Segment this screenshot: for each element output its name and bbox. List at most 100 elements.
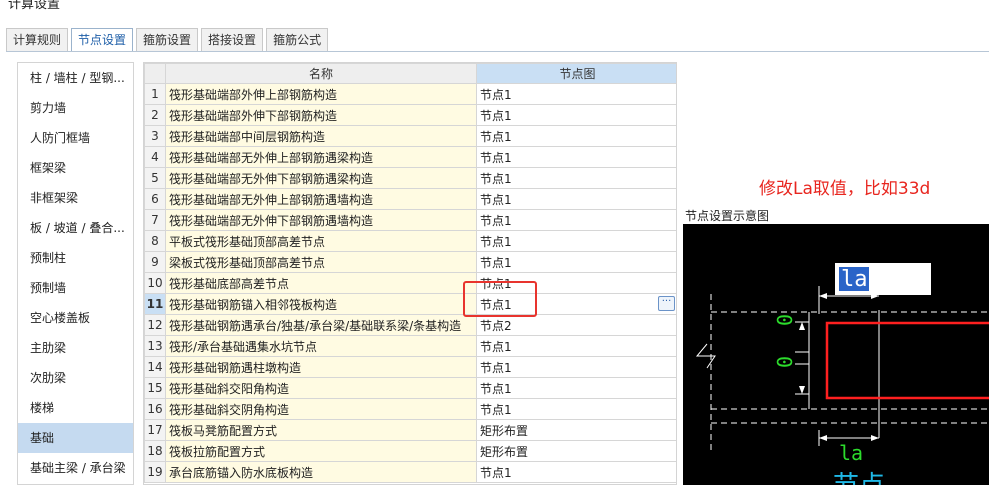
row-node-value[interactable]: 矩形布置 (476, 440, 676, 462)
row-name: 筏形基础钢筋遇柱墩构造 (165, 356, 477, 378)
sidebar-item-secondary-rib-beam[interactable]: 次肋梁 (18, 363, 133, 393)
table-row[interactable]: 6 筏形基础端部无外伸上部钢筋遇墙构造 节点1 (144, 188, 676, 210)
preview-title: 节点设置示意图 (685, 209, 770, 223)
row-name: 筏形基础钢筋遇承台/独基/承台梁/基础联系梁/条基构造 (165, 314, 477, 336)
row-node-value[interactable]: 节点2 (476, 314, 676, 336)
table-row[interactable]: 2 筏形基础端部外伸下部钢筋构造 节点1 (144, 104, 676, 126)
row-node-value[interactable]: 节点1 (476, 125, 676, 147)
row-name: 筏形基础端部中间层钢筋构造 (165, 125, 477, 147)
row-node-value[interactable]: 节点1 (476, 230, 676, 252)
tab-lap-settings[interactable]: 搭接设置 (201, 28, 264, 51)
row-name: 筏形基础端部外伸下部钢筋构造 (165, 104, 477, 126)
annotation-text: 修改La取值，比如33d (759, 179, 931, 199)
table-row[interactable]: 8 平板式筏形基础顶部高差节点 节点1 (144, 230, 676, 252)
row-index: 3 (144, 125, 166, 147)
window-title: 计算设置 (8, 0, 61, 12)
row-node-value[interactable]: 节点1 (476, 167, 676, 189)
preview-dim-text-2: 0 (773, 356, 797, 368)
row-node-value[interactable]: 节点1 (476, 272, 676, 294)
row-node-value[interactable]: 节点1 (476, 83, 676, 105)
row-node-value[interactable]: 节点1 (476, 461, 676, 483)
row-index: 8 (144, 230, 166, 252)
row-name: 筏形基础斜交阴角构造 (165, 398, 477, 420)
row-index: 14 (144, 356, 166, 378)
row-node-value[interactable]: 节点1 (476, 356, 676, 378)
node-settings-grid: 名称 节点图 1 筏形基础端部外伸上部钢筋构造 节点1 2 筏形基础端部外伸下部钢筋构… (143, 62, 677, 485)
table-row[interactable]: 16 筏形基础斜交阴角构造 节点1 (144, 398, 676, 420)
row-name: 筏板拉筋配置方式 (165, 440, 477, 462)
row-node-editor[interactable]: 节点1 ··· (476, 293, 676, 315)
sidebar-item-slab[interactable]: 板 / 坡道 / 叠合... (18, 213, 133, 243)
row-name: 筏板马凳筋配置方式 (165, 419, 477, 441)
tab-stirrup-settings[interactable]: 箍筋设置 (136, 28, 199, 51)
preview-dim-text-1: 0 (773, 314, 797, 326)
row-index: 17 (144, 419, 166, 441)
row-name: 筏形基础钢筋锚入相邻筏板构造 (165, 293, 477, 315)
row-index: 11 (144, 293, 166, 315)
sidebar-item-main-rib-beam[interactable]: 主肋梁 (18, 333, 133, 363)
table-row[interactable]: 4 筏形基础端部无外伸上部钢筋遇梁构造 节点1 (144, 146, 676, 168)
table-row[interactable]: 3 筏形基础端部中间层钢筋构造 节点1 (144, 125, 676, 147)
sidebar-item-non-frame-beam[interactable]: 非框架梁 (18, 183, 133, 213)
row-index: 6 (144, 188, 166, 210)
sidebar-item-civil-defense-frame-wall[interactable]: 人防门框墙 (18, 123, 133, 153)
row-index: 7 (144, 209, 166, 231)
table-row[interactable]: 12 筏形基础钢筋遇承台/独基/承台梁/基础联系梁/条基构造 节点2 (144, 314, 676, 336)
row-node-value: 节点1 (480, 297, 512, 312)
sidebar-item-precast-column[interactable]: 预制柱 (18, 243, 133, 273)
node-preview-diagram: la 0 0 la 节点 (683, 224, 989, 485)
header-node[interactable]: 节点图 (476, 63, 676, 84)
row-name: 筏形基础端部外伸上部钢筋构造 (165, 83, 477, 105)
row-node-value[interactable]: 节点1 (476, 335, 676, 357)
tab-calc-rules[interactable]: 计算规则 (6, 28, 69, 51)
row-index: 19 (144, 461, 166, 483)
row-node-value[interactable]: 节点1 (476, 188, 676, 210)
tab-node-settings[interactable]: 节点设置 (71, 28, 134, 52)
header-name[interactable]: 名称 (165, 63, 477, 84)
node-settings-table: 名称 节点图 1 筏形基础端部外伸上部钢筋构造 节点1 2 筏形基础端部外伸下部钢筋构… (144, 63, 676, 483)
node-picker-button[interactable]: ··· (658, 296, 675, 311)
rebar-outline (825, 321, 989, 400)
row-index: 2 (144, 104, 166, 126)
sidebar-item-foundation[interactable]: 基础 (18, 423, 133, 453)
row-node-value[interactable]: 节点1 (476, 251, 676, 273)
table-row[interactable]: 15 筏形基础斜交阳角构造 节点1 (144, 377, 676, 399)
table-row[interactable]: 18 筏板拉筋配置方式 矩形布置 (144, 440, 676, 462)
row-index: 9 (144, 251, 166, 273)
row-name: 平板式筏形基础顶部高差节点 (165, 230, 477, 252)
sidebar-item-precast-wall[interactable]: 预制墙 (18, 273, 133, 303)
table-row[interactable]: 14 筏形基础钢筋遇柱墩构造 节点1 (144, 356, 676, 378)
row-node-value[interactable]: 节点1 (476, 209, 676, 231)
row-node-value[interactable]: 矩形布置 (476, 419, 676, 441)
row-index: 10 (144, 272, 166, 294)
row-name: 承台底筋锚入防水底板构造 (165, 461, 477, 483)
row-node-value[interactable]: 节点1 (476, 146, 676, 168)
sidebar-item-column[interactable]: 柱 / 墙柱 / 型钢... (18, 63, 133, 93)
table-row[interactable]: 17 筏板马凳筋配置方式 矩形布置 (144, 419, 676, 441)
sidebar-item-frame-beam[interactable]: 框架梁 (18, 153, 133, 183)
table-row[interactable]: 10 筏形基础底部高差节点 节点1 (144, 272, 676, 294)
header-index (144, 63, 166, 84)
table-row[interactable]: 19 承台底筋锚入防水底板构造 节点1 (144, 461, 676, 483)
table-row[interactable]: 5 筏形基础端部无外伸下部钢筋遇梁构造 节点1 (144, 167, 676, 189)
preview-top-label: la (841, 267, 868, 292)
row-node-value[interactable]: 节点1 (476, 377, 676, 399)
sidebar-item-stair[interactable]: 楼梯 (18, 393, 133, 423)
sidebar-item-shear-wall[interactable]: 剪力墙 (18, 93, 133, 123)
tab-bar: 计算规则 节点设置 箍筋设置 搭接设置 箍筋公式 (6, 28, 331, 52)
table-row[interactable]: 7 筏形基础端部无外伸下部钢筋遇墙构造 节点1 (144, 209, 676, 231)
table-row-selected[interactable]: 11 筏形基础钢筋锚入相邻筏板构造 节点1 ··· (144, 293, 676, 315)
row-index: 15 (144, 377, 166, 399)
row-name: 筏形基础端部无外伸下部钢筋遇梁构造 (165, 167, 477, 189)
row-name: 筏形基础端部无外伸上部钢筋遇墙构造 (165, 188, 477, 210)
table-row[interactable]: 9 梁板式筏形基础顶部高差节点 节点1 (144, 251, 676, 273)
table-row[interactable]: 1 筏形基础端部外伸上部钢筋构造 节点1 (144, 83, 676, 105)
row-index: 1 (144, 83, 166, 105)
row-node-value[interactable]: 节点1 (476, 398, 676, 420)
sidebar-item-hollow-floor-slab[interactable]: 空心楼盖板 (18, 303, 133, 333)
row-node-value[interactable]: 节点1 (476, 104, 676, 126)
sidebar-item-foundation-beam[interactable]: 基础主梁 / 承台梁 (18, 453, 133, 483)
table-row[interactable]: 13 筏形/承台基础遇集水坑节点 节点1 (144, 335, 676, 357)
tab-stirrup-formula[interactable]: 箍筋公式 (266, 28, 329, 51)
row-name: 筏形基础斜交阳角构造 (165, 377, 477, 399)
